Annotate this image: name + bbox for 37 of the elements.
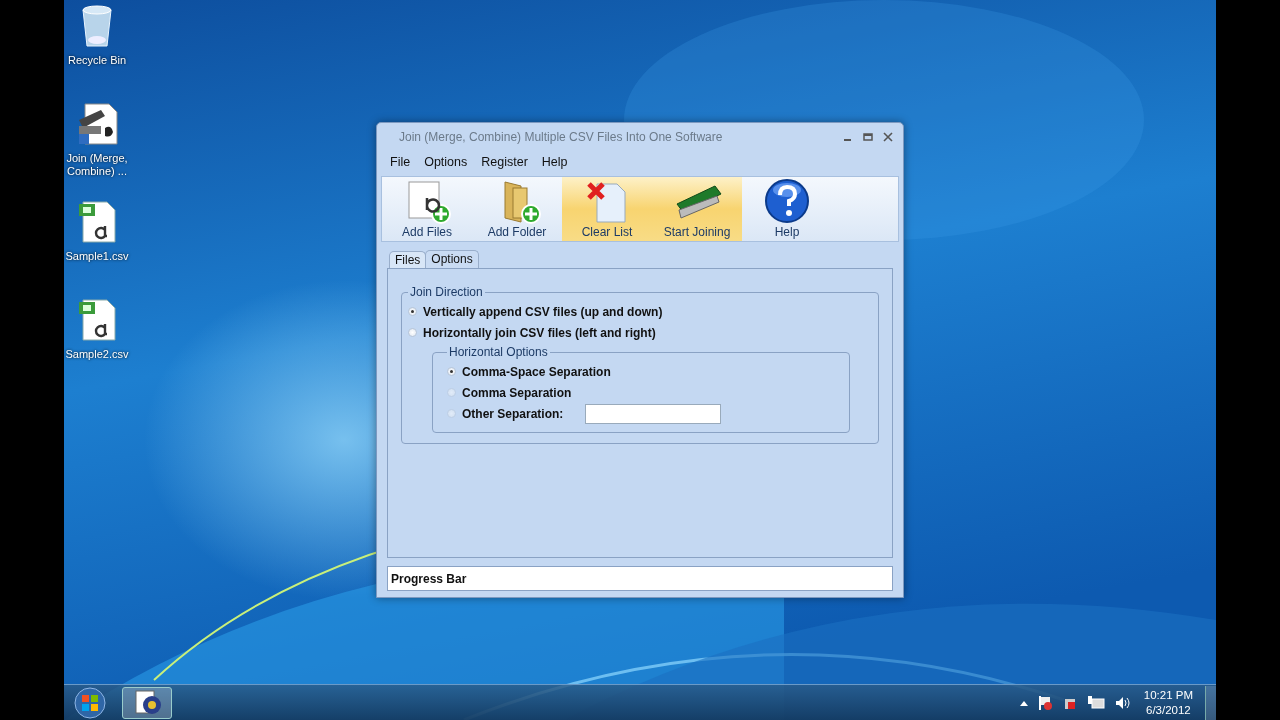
- close-icon[interactable]: [883, 132, 893, 142]
- radio-button[interactable]: [408, 307, 417, 316]
- menu-item[interactable]: Help: [536, 153, 573, 171]
- desktop-icon-label[interactable]: Recycle Bin: [65, 54, 129, 67]
- menu-item[interactable]: File: [385, 153, 416, 171]
- tab[interactable]: Options: [425, 250, 479, 268]
- window-title: Join (Merge, Combine) Multiple CSV Files Into One Software: [399, 130, 724, 144]
- input-field[interactable]: [585, 403, 722, 424]
- show-desktop-button[interactable]: [1205, 685, 1216, 720]
- progress-label: Progress Bar: [391, 571, 467, 586]
- menu-item[interactable]: Options: [419, 153, 473, 171]
- help-icon: [764, 178, 810, 224]
- toolbar-button[interactable]: Help: [742, 177, 832, 241]
- recycle-bin-icon: [79, 4, 115, 48]
- toolbar-button[interactable]: Clear List: [562, 177, 652, 241]
- group-title: Join Direction: [409, 285, 484, 299]
- radio-button[interactable]: [408, 328, 417, 337]
- start-button[interactable]: [72, 686, 108, 719]
- tab[interactable]: Files: [389, 251, 427, 268]
- toolbar-button[interactable]: Add Folder: [472, 177, 562, 241]
- clock[interactable]: 10:21 PM 6/3/2012: [1143, 687, 1193, 718]
- toolbar-button[interactable]: Start Joining: [652, 177, 742, 241]
- group-title: Horizontal Options: [448, 345, 549, 359]
- network-icon[interactable]: [1086, 694, 1105, 711]
- caret-icon[interactable]: [1019, 699, 1028, 706]
- taskbar-app-button[interactable]: [122, 686, 172, 719]
- radio-label[interactable]: Comma-Space Separation: [462, 364, 611, 379]
- menu-item[interactable]: Register: [476, 153, 533, 171]
- desktop-icon-label[interactable]: Sample2.csv: [65, 348, 129, 361]
- radio-label[interactable]: Horizontally join CSV files (left and right): [423, 325, 656, 340]
- maximize-icon[interactable]: [863, 132, 873, 142]
- flag-icon[interactable]: [1036, 694, 1053, 711]
- desktop-icon-label[interactable]: Sample1.csv: [65, 250, 129, 263]
- toolbar-button[interactable]: Add Files: [382, 177, 472, 241]
- radio-label[interactable]: Vertically append CSV files (up and down): [423, 304, 663, 319]
- desktop-icon-label[interactable]: Join (Merge, Combine) ...: [65, 152, 129, 178]
- radio-button[interactable]: [447, 367, 456, 376]
